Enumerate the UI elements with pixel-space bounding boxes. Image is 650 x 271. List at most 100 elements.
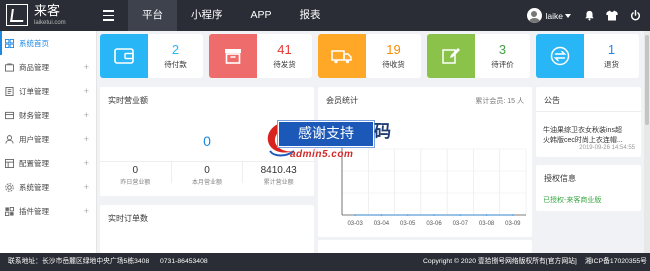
power-icon[interactable] [627,8,643,24]
plus-icon[interactable]: + [84,158,89,168]
config-icon [4,158,14,168]
chart-x-tick-label: 03-06 [426,221,442,227]
chart-point [354,214,356,216]
watermark-banner: 感谢支持 [278,121,374,147]
wallet-icon [100,34,148,78]
plus-icon[interactable]: + [84,206,89,216]
nav-item-report[interactable]: 报表 [286,0,335,31]
stat-label: 待发货 [273,60,296,69]
truck-icon [318,34,366,78]
notice-date: 2019-09-26 14:54:55 [579,145,635,151]
chart-point [512,214,514,216]
footer-copyright[interactable]: Copyright © 2020 壹拾捌号网络版权所有[官方网站] [423,253,577,271]
user-name[interactable]: laike [546,11,563,21]
footer-phone: 0731-86453408 [160,258,208,265]
sidebar-item-label: 系统管理 [19,182,49,192]
stat-value: 19 [386,42,401,57]
stat-card-returns[interactable]: 1 退货 [536,34,639,78]
box-icon [209,34,257,78]
auth-title: 授权信息 [544,174,576,183]
chart-x-tick-label: 03-08 [479,221,495,227]
user-area: laike [526,0,650,31]
sidebar-item-label: 插件管理 [19,206,49,216]
scrollbar[interactable] [644,31,650,253]
user-icon [4,134,14,144]
footer: 联系地址：长沙市岳麓区绿地中央广场5栋3408 0731-86453408 Co… [0,253,650,271]
stat-card-pending-shipment[interactable]: 41 待发货 [209,34,312,78]
avatar[interactable] [526,8,542,23]
scrollbar-thumb[interactable] [645,35,649,125]
sidebar-item-config[interactable]: 配置管理 + [0,151,96,175]
chart-point [433,214,435,216]
chart-x-tick-label: 03-09 [505,221,521,227]
sidebar: 系统首页 商品管理 + 订单管理 + 财务管理 + 用户管理 + 配置管理 + … [0,31,97,253]
footer-address: 联系地址：长沙市岳麓区绿地中央广场5栋3408 [8,258,150,265]
notice-line[interactable]: 火韩版cec时尚上衣连帽... [543,135,623,145]
chevron-down-icon[interactable] [565,13,571,18]
stat-label: 退货 [604,60,619,69]
sidebar-item-users[interactable]: 用户管理 + [0,127,96,151]
finance-icon [4,110,14,120]
top-nav: 平台 小程序 APP 报表 [128,0,335,31]
watermark: 感谢支持 码 admin5.com [267,113,391,165]
logo[interactable]: 来客 laiketui.com [6,4,66,26]
chart-x-tick-label: 03-03 [347,221,363,227]
plus-icon[interactable]: + [84,182,89,192]
sidebar-item-plugins[interactable]: 插件管理 + [0,199,96,223]
sidebar-item-products[interactable]: 商品管理 + [0,55,96,79]
revenue-title: 实时营业额 [108,96,148,105]
nav-item-miniprogram[interactable]: 小程序 [177,0,237,31]
auth-status: 已授权-来客商业版 [543,197,602,204]
watermark-right: 码 [374,122,391,142]
chart-point [380,214,383,216]
orders-title: 实时订单数 [108,214,148,223]
plugin-icon [4,206,14,216]
menu-toggle-icon[interactable] [103,10,114,24]
plus-icon[interactable]: + [84,86,89,96]
sidebar-item-orders[interactable]: 订单管理 + [0,79,96,103]
stat-value: 3 [498,42,507,57]
notice-title: 公告 [544,96,560,105]
stat-card-pending-receipt[interactable]: 19 待收货 [318,34,421,78]
watermark-url: admin5.com [290,149,354,160]
stat-card-pending-review[interactable]: 3 待评价 [427,34,530,78]
sidebar-item-finance[interactable]: 财务管理 + [0,103,96,127]
auth-panel: 授权信息 已授权-来客商业版 [536,165,641,211]
logo-mark [6,4,28,26]
orders-panel: 实时订单数 [100,205,314,253]
stat-label: 待评价 [491,60,514,69]
plus-icon[interactable]: + [84,134,89,144]
stat-label: 待付款 [164,60,187,69]
notice-panel: 公告 牛油果综卫衣女秋装ins超 火韩版cec时尚上衣连帽... 2019-09… [536,87,641,157]
sidebar-item-system[interactable]: 系统管理 + [0,175,96,199]
sidebar-item-label: 财务管理 [19,110,49,120]
stat-value: 2 [171,42,180,57]
revenue-cumulative: 8410.43 累计营业额 [260,165,297,186]
stat-label: 待收货 [382,60,405,69]
home-icon [4,38,14,48]
plus-icon[interactable]: + [84,62,89,72]
sidebar-item-home[interactable]: 系统首页 [0,31,96,55]
nav-item-platform[interactable]: 平台 [128,0,177,31]
bell-icon[interactable] [581,8,597,24]
chart-x-tick-label: 03-07 [453,221,469,227]
sidebar-item-label: 配置管理 [19,158,49,168]
logo-text: 来客 [34,3,61,19]
nav-item-app[interactable]: APP [237,0,286,31]
chart-point [485,214,488,216]
plus-icon[interactable]: + [84,110,89,120]
logo-subtext: laiketui.com [34,19,66,26]
notice-line[interactable]: 牛油果综卫衣女秋装ins超 [543,125,622,135]
footer-icp[interactable]: 湘ICP备17020355号 [585,253,647,271]
top-bar: 来客 laiketui.com 平台 小程序 APP 报表 laike [0,0,650,31]
order-icon [4,86,14,96]
chart-point [459,214,462,216]
sidebar-item-label: 系统首页 [19,38,49,48]
edit-icon [427,34,475,78]
shirt-icon[interactable] [604,8,620,24]
revenue-month: 0 本月营业额 [172,162,244,186]
stat-value: 1 [607,42,616,57]
sidebar-item-label: 用户管理 [19,134,49,144]
stat-card-pending-payment[interactable]: 2 待付款 [100,34,203,78]
sidebar-item-label: 商品管理 [19,62,49,72]
